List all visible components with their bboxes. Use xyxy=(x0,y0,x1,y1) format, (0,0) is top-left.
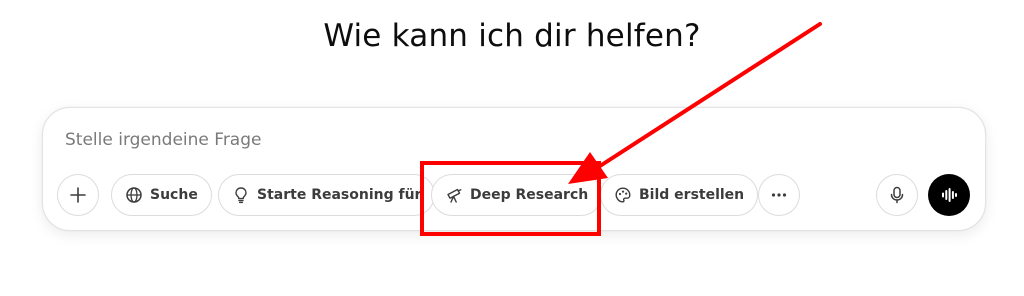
plus-icon xyxy=(68,185,88,205)
search-button[interactable]: Suche xyxy=(111,174,212,216)
more-tools-button[interactable] xyxy=(758,174,800,216)
dictate-button[interactable] xyxy=(876,174,918,216)
voice-waveform-icon xyxy=(939,185,959,205)
microphone-icon xyxy=(887,185,907,205)
page-title: Wie kann ich dir helfen? xyxy=(323,18,701,54)
create-image-button-label: Bild erstellen xyxy=(639,187,745,203)
palette-icon xyxy=(614,186,632,204)
telescope-icon xyxy=(445,186,463,204)
deep-research-button[interactable]: Deep Research xyxy=(431,174,603,216)
prompt-composer: Suche Starte Reasoning für Deep Resea xyxy=(42,107,986,231)
chat-start-page: Wie kann ich dir helfen? Suche xyxy=(0,0,1024,296)
search-button-label: Suche xyxy=(150,187,198,203)
deep-research-button-label: Deep Research xyxy=(470,187,589,203)
add-attachment-button[interactable] xyxy=(57,174,99,216)
reasoning-button[interactable]: Starte Reasoning für xyxy=(218,174,436,216)
create-image-button[interactable]: Bild erstellen xyxy=(600,174,759,216)
prompt-input[interactable] xyxy=(65,130,765,150)
reasoning-button-label: Starte Reasoning für xyxy=(257,187,422,203)
globe-icon xyxy=(125,186,143,204)
voice-mode-button[interactable] xyxy=(928,174,970,216)
lightbulb-icon xyxy=(232,186,250,204)
ellipsis-icon xyxy=(769,185,789,205)
